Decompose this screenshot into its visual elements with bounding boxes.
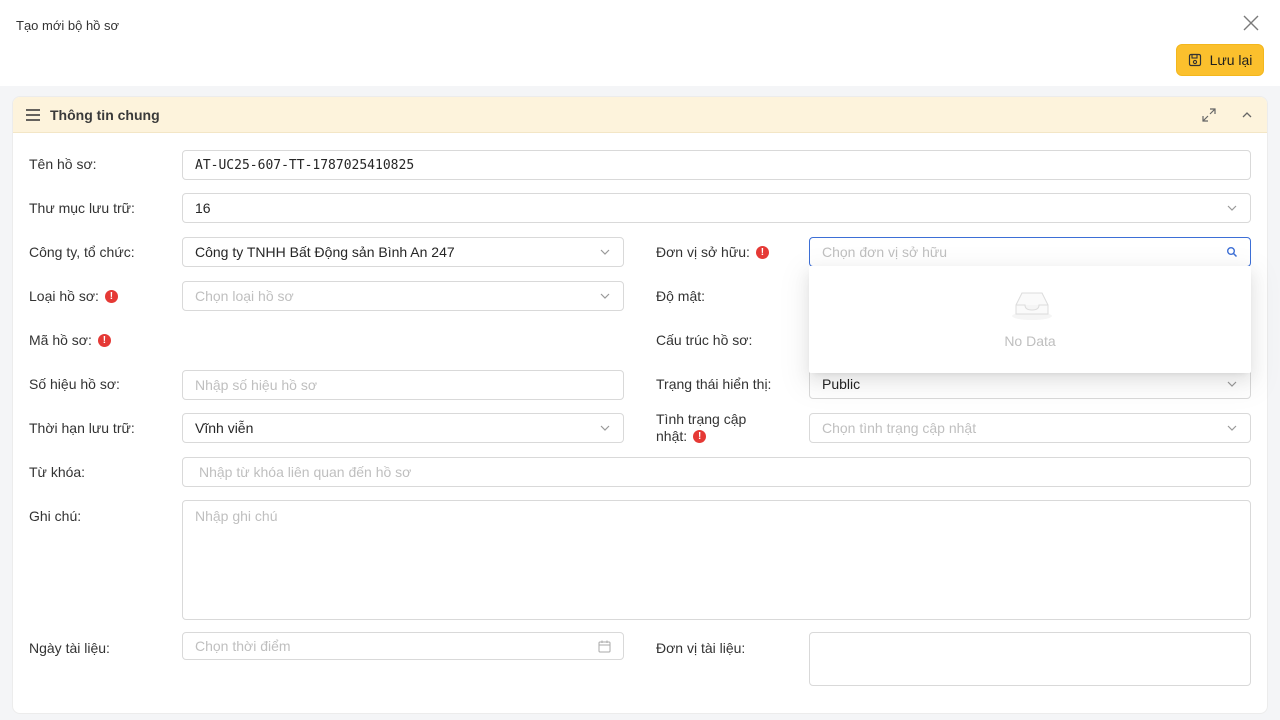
label-cong-ty: Công ty, tổ chức: xyxy=(29,244,135,260)
chevron-down-icon xyxy=(1227,381,1237,387)
tinh-trang-label-line2-wrap: nhật: ! xyxy=(656,428,746,445)
label-tinh-trang: Tình trạng cập nhật: ! xyxy=(656,411,746,445)
required-icon: ! xyxy=(104,289,118,303)
label-ten-ho-so: Tên hồ sơ: xyxy=(29,156,97,172)
save-button[interactable]: Lưu lại xyxy=(1176,44,1264,76)
thu-muc-value: 16 xyxy=(195,200,211,216)
so-hieu-placeholder: Nhập số hiệu hồ sơ xyxy=(195,377,318,393)
loai-ho-so-label-text: Loại hồ sơ: xyxy=(29,288,99,304)
trang-thai-value: Public xyxy=(822,376,861,392)
label-trang-thai: Trạng thái hiển thị: xyxy=(656,376,772,392)
empty-text: No Data xyxy=(1004,333,1056,349)
ten-ho-so-input[interactable]: AT-UC25-607-TT-1787025410825 xyxy=(182,150,1251,180)
section-title: Thông tin chung xyxy=(50,107,160,123)
don-vi-so-huu-select[interactable]: Chọn đơn vị sở hữu xyxy=(809,237,1251,267)
close-button[interactable] xyxy=(1238,10,1264,36)
label-so-hieu: Số hiệu hồ sơ: xyxy=(29,376,120,392)
ngay-tai-lieu-placeholder: Chọn thời điểm xyxy=(195,638,291,654)
section-header: Thông tin chung xyxy=(13,97,1267,133)
don-vi-tai-lieu-input[interactable] xyxy=(809,632,1251,686)
save-button-label: Lưu lại xyxy=(1209,52,1253,68)
label-ma-ho-so: Mã hồ sơ: ! xyxy=(29,332,111,348)
trang-thai-select[interactable]: Public xyxy=(809,369,1251,399)
ngay-tai-lieu-picker[interactable]: Chọn thời điểm xyxy=(182,632,624,660)
menu-icon xyxy=(26,109,40,121)
tinh-trang-placeholder: Chọn tình trạng cập nhật xyxy=(822,420,977,436)
so-hieu-input[interactable]: Nhập số hiệu hồ sơ xyxy=(182,370,624,400)
loai-ho-so-placeholder: Chọn loại hồ sơ xyxy=(195,288,294,304)
chevron-down-icon xyxy=(600,249,610,255)
modal-title: Tạo mới bộ hồ sơ xyxy=(16,18,120,33)
cong-ty-value: Công ty TNHH Bất Động sản Bình An 247 xyxy=(195,244,455,260)
chevron-down-icon xyxy=(600,425,610,431)
calendar-icon xyxy=(598,640,611,652)
thoi-han-value: Vĩnh viễn xyxy=(195,420,254,436)
tinh-trang-select[interactable]: Chọn tình trạng cập nhật xyxy=(809,413,1251,443)
ten-ho-so-value: AT-UC25-607-TT-1787025410825 xyxy=(195,157,415,173)
tinh-trang-label-line1: Tình trạng cập xyxy=(656,411,747,427)
label-ghi-chu: Ghi chú: xyxy=(29,508,82,524)
label-ngay-tai-lieu: Ngày tài liệu: xyxy=(29,640,110,656)
label-thoi-han: Thời hạn lưu trữ: xyxy=(29,420,135,436)
label-loai-ho-so: Loại hồ sơ: ! xyxy=(29,288,118,304)
ghi-chu-textarea[interactable] xyxy=(182,500,1251,620)
general-info-card: Thông tin chung xyxy=(12,96,1268,714)
required-icon: ! xyxy=(755,245,769,259)
tu-khoa-placeholder: Nhập từ khóa liên quan đến hồ sơ xyxy=(199,464,412,480)
don-vi-so-huu-placeholder: Chọn đơn vị sở hữu xyxy=(822,244,948,260)
label-don-vi-tai-lieu: Đơn vị tài liệu: xyxy=(656,640,746,656)
required-icon: ! xyxy=(97,333,111,347)
don-vi-so-huu-label-text: Đơn vị sở hữu: xyxy=(656,244,750,260)
don-vi-so-huu-dropdown: No Data xyxy=(809,266,1251,373)
label-cau-truc: Cấu trúc hồ sơ: xyxy=(656,332,753,348)
modal-header: Tạo mới bộ hồ sơ Lưu lại xyxy=(0,0,1280,86)
chevron-down-icon xyxy=(1227,425,1237,431)
ma-ho-so-label-text: Mã hồ sơ: xyxy=(29,332,92,348)
tu-khoa-input[interactable]: Nhập từ khóa liên quan đến hồ sơ xyxy=(182,457,1251,487)
chevron-down-icon xyxy=(600,293,610,299)
chevron-down-icon xyxy=(1227,205,1237,211)
chevron-up-icon[interactable] xyxy=(1239,107,1255,123)
label-thu-muc: Thư mục lưu trữ: xyxy=(29,200,135,216)
label-tu-khoa: Từ khóa: xyxy=(29,464,86,480)
label-don-vi-so-huu: Đơn vị sở hữu: ! xyxy=(656,244,769,260)
expand-icon[interactable] xyxy=(1201,107,1217,123)
save-icon xyxy=(1188,53,1201,67)
thoi-han-select[interactable]: Vĩnh viễn xyxy=(182,413,624,443)
search-icon xyxy=(1227,247,1238,258)
empty-inbox-icon xyxy=(1012,292,1052,320)
cong-ty-select[interactable]: Công ty TNHH Bất Động sản Bình An 247 xyxy=(182,237,624,267)
thu-muc-select[interactable]: 16 xyxy=(182,193,1251,223)
label-do-mat: Độ mật: xyxy=(656,288,706,304)
tinh-trang-label-line2: nhật: xyxy=(656,428,688,444)
loai-ho-so-select[interactable]: Chọn loại hồ sơ xyxy=(182,281,624,311)
required-icon: ! xyxy=(693,430,707,443)
close-icon xyxy=(1243,15,1259,31)
